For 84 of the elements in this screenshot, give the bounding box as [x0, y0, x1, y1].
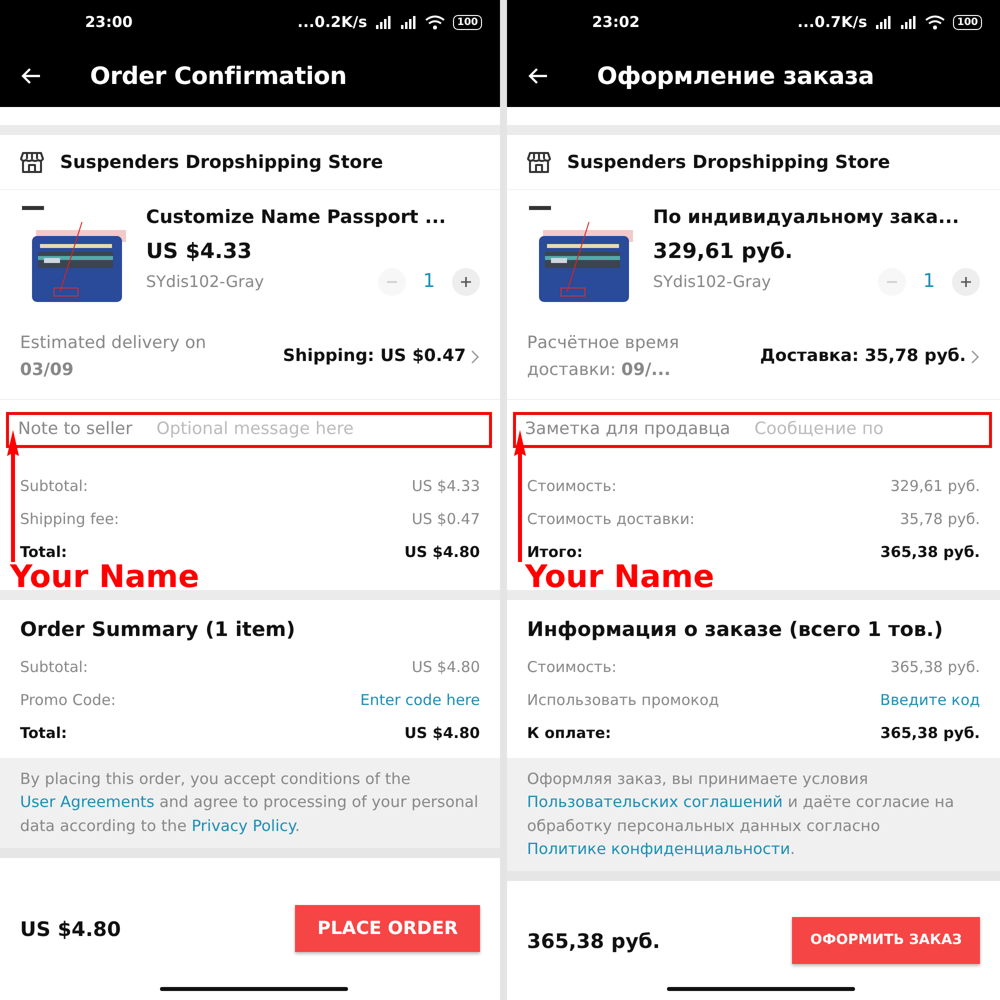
cost-value: 329,61 руб. — [890, 476, 980, 497]
summary-title: Информация о заказе (всего 1 тов.) — [527, 616, 944, 643]
back-button[interactable] — [20, 66, 42, 86]
plus-icon — [460, 276, 472, 288]
cost-value: US $0.47 — [412, 509, 480, 530]
legal-link[interactable]: Политике конфиденциальности — [527, 840, 790, 858]
cost-label: Subtotal: — [20, 657, 88, 678]
note-label: Заметка для продавца — [525, 418, 730, 442]
back-arrow-icon — [20, 66, 42, 86]
battery-indicator: 100 — [453, 15, 482, 30]
summary-title: Order Summary (1 item) — [20, 616, 296, 643]
status-time: 23:02 — [592, 12, 640, 34]
wifi-icon — [925, 15, 946, 30]
battery-indicator: 100 — [953, 15, 982, 30]
promo-code-link[interactable]: Введите код — [880, 684, 980, 717]
increase-button[interactable] — [452, 268, 480, 296]
delivery-estimate: Estimated delivery on 03/09 — [20, 332, 208, 382]
signal-icon — [400, 15, 418, 30]
cost-label: Стоимость: — [527, 657, 617, 678]
legal-text: By placing this order, you accept conditions of the User Agreements and agree to processing of your personal data according to the Privacy Policy. — [0, 758, 500, 858]
store-icon — [20, 150, 44, 174]
network-speed: ...0.2K/s — [297, 12, 368, 34]
cost-value: 35,78 руб. — [900, 509, 980, 530]
place-order-button[interactable]: ОФОРМИТЬ ЗАКАЗ — [792, 917, 980, 964]
quantity-value: 1 — [422, 269, 436, 294]
cost-label: Subtotal: — [20, 476, 88, 497]
total-label: Total: — [20, 542, 67, 563]
shipping-link[interactable]: Доставка: 35,78 руб. — [760, 344, 980, 370]
cost-label: Shipping fee: — [20, 509, 119, 530]
product-title: Customize Name Passport ... — [146, 206, 447, 230]
order-total: US $4.80 — [20, 916, 121, 943]
product-title: По индивидуальному зака... — [653, 206, 960, 230]
legal-link[interactable]: Privacy Policy — [192, 816, 295, 834]
shipping-cost: Доставка: 35,78 руб. — [760, 345, 966, 368]
back-arrow-icon — [527, 66, 549, 86]
total-label: К оплате: — [527, 723, 612, 744]
legal-link[interactable]: User Agreements — [20, 793, 154, 812]
increase-button[interactable] — [952, 268, 980, 296]
plus-icon — [960, 276, 972, 288]
chevron-right-icon — [470, 350, 480, 364]
signal-icon — [900, 15, 918, 30]
note-input-field[interactable]: Optional message here — [156, 417, 480, 443]
place-order-button[interactable]: PLACE ORDER — [295, 905, 480, 952]
cost-label: Стоимость доставки: — [527, 509, 695, 530]
signal-icon — [375, 15, 392, 30]
annotation-text: Your Name — [10, 562, 200, 593]
cost-label: Стоимость: — [527, 476, 617, 497]
note-input-field[interactable]: Сообщение по — [754, 417, 980, 443]
cost-value: US $4.80 — [412, 657, 480, 678]
cost-value: 365,38 руб. — [890, 657, 980, 678]
back-button[interactable] — [527, 66, 549, 86]
cost-label: Использовать промокод — [527, 690, 720, 711]
shipping-cost: Shipping: US $0.47 — [282, 345, 466, 368]
signal-icon — [875, 15, 892, 30]
page-title: Оформление заказа — [597, 62, 874, 90]
network-speed: ...0.7K/s — [797, 12, 868, 34]
legal-link[interactable]: Пользовательских соглашений — [527, 793, 783, 812]
product-price: 329,61 руб. — [653, 238, 794, 265]
total-value: US $4.80 — [404, 542, 480, 563]
delivery-estimate: Расчётное время доставки: 09/... — [527, 332, 680, 382]
cost-label: Promo Code: — [20, 690, 116, 711]
wifi-icon — [425, 15, 446, 30]
page-title: Order Confirmation — [90, 62, 347, 90]
product-variant: SYdis102-Gray — [146, 270, 264, 292]
total-value: 365,38 руб. — [880, 723, 980, 744]
total-label: Total: — [20, 723, 67, 744]
shipping-link[interactable]: Shipping: US $0.47 — [282, 344, 480, 370]
product-price: US $4.33 — [146, 238, 253, 265]
store-name: Suspenders Dropshipping Store — [60, 150, 384, 174]
legal-text: Оформляя заказ, вы принимаете условия Пользовательских соглашений и даёте согласие на обработку персональных данных согласно Политике конфиденциальности. — [507, 758, 1000, 881]
total-label: Итого: — [527, 542, 583, 563]
annotation-text: Your Name — [525, 562, 714, 593]
total-value: US $4.80 — [404, 723, 480, 744]
status-time: 23:00 — [85, 12, 133, 34]
chevron-right-icon — [970, 350, 980, 364]
note-label: Note to seller — [18, 418, 132, 442]
promo-code-link[interactable]: Enter code here — [360, 684, 480, 717]
store-icon — [527, 150, 551, 174]
cost-value: US $4.33 — [412, 476, 480, 497]
store-name: Suspenders Dropshipping Store — [567, 150, 890, 174]
order-total: 365,38 руб. — [527, 928, 660, 954]
total-value: 365,38 руб. — [880, 542, 980, 563]
product-variant: SYdis102-Gray — [653, 270, 772, 292]
quantity-value: 1 — [922, 269, 936, 294]
